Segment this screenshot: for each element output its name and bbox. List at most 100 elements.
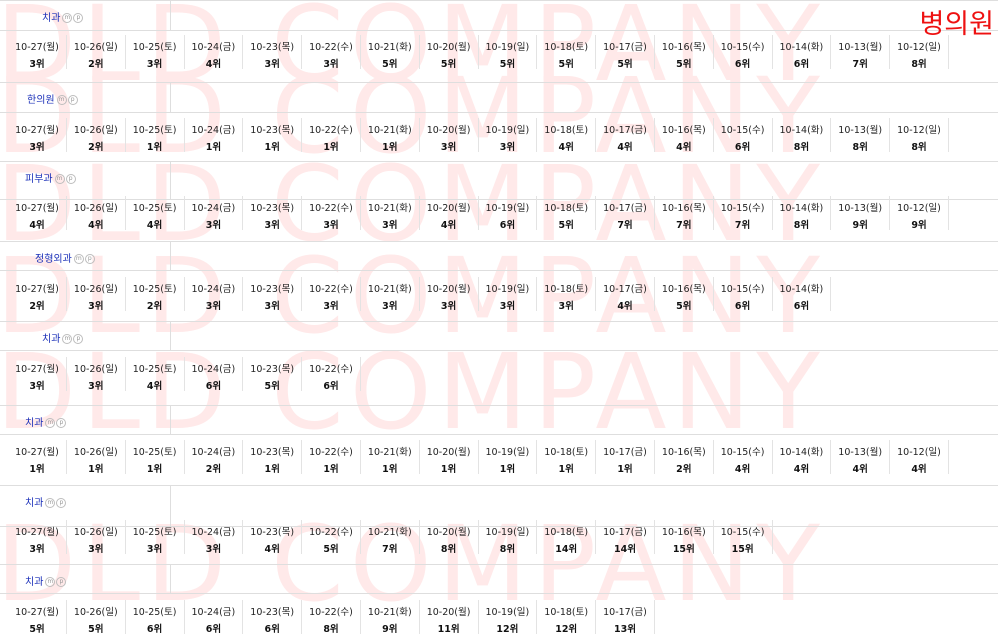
mobile-icon[interactable]: m (54, 173, 65, 184)
rank-cell: 10-20(월) 11위 (420, 600, 479, 635)
rank-cell: 10-15(수) 6위 (714, 35, 773, 70)
rank-date: 10-15(수) (720, 42, 765, 53)
rank-value: 3위 (29, 59, 45, 70)
rank-value: 7위 (382, 544, 398, 555)
mobile-icon[interactable]: m (62, 12, 73, 23)
category-name[interactable]: 치과 m p (25, 414, 67, 429)
mobile-icon[interactable]: m (45, 497, 56, 508)
section-name-cell: 치과 m p (0, 406, 171, 434)
rank-cell: 10-24(금) 3위 (184, 520, 244, 555)
rank-value: 3위 (499, 301, 516, 312)
category-name[interactable]: 치과 m p (25, 573, 67, 588)
pc-icon[interactable]: p (56, 417, 67, 428)
rank-date: 10-18(토) (544, 284, 589, 295)
rank-date: 10-26(일) (73, 527, 118, 538)
rank-date: 10-21(화) (367, 203, 412, 214)
rank-date: 10-13(월) (838, 42, 883, 53)
rank-cell: 10-12(일) 4위 (890, 440, 949, 475)
mobile-icon[interactable]: m (73, 253, 84, 264)
rank-cell: 10-23(목) 1위 (243, 440, 303, 475)
rank-date: 10-14(화) (779, 42, 824, 53)
rank-value: 1위 (146, 142, 163, 153)
rank-cell: 10-21(화) 3위 (361, 196, 420, 231)
rank-value: 6위 (323, 381, 339, 392)
rank-date: 10-27(월) (15, 607, 59, 618)
rank-cell: 10-20(월) 4위 (420, 196, 479, 231)
category-name[interactable]: 피부과 m p (25, 170, 77, 185)
rank-cell: 10-25(토) 4위 (126, 357, 185, 392)
rank-value: 8위 (911, 59, 927, 70)
rank-value: 2위 (88, 142, 104, 153)
mobile-icon[interactable]: m (62, 333, 73, 344)
rank-cell: 10-26(일) 1위 (67, 440, 126, 475)
rank-value: 11위 (437, 624, 460, 635)
pc-icon[interactable]: p (56, 497, 67, 508)
rank-cell: 10-13(월) 4위 (831, 440, 891, 475)
rank-value: 1위 (88, 464, 104, 475)
rank-date: 10-26(일) (73, 607, 118, 618)
rank-value: 1위 (558, 464, 574, 475)
rank-value: 5위 (499, 59, 516, 70)
rank-cell: 10-22(수) 3위 (302, 35, 361, 70)
section-header: 피부과 m p (0, 161, 998, 200)
category-name[interactable]: 치과 m p (42, 9, 84, 24)
rank-value: 3위 (382, 301, 398, 312)
category-name-text: 치과 (25, 418, 44, 429)
rank-value: 8위 (440, 544, 457, 555)
mobile-icon[interactable]: m (45, 576, 56, 587)
rank-value: 5위 (676, 301, 692, 312)
rank-cell: 10-18(토) 4위 (537, 118, 597, 153)
rank-cell: 10-23(목) 4위 (243, 520, 303, 555)
category-name-text: 피부과 (25, 174, 53, 185)
pc-icon[interactable]: p (56, 576, 67, 587)
rank-cell: 10-12(일) 9위 (890, 196, 949, 231)
mobile-icon[interactable]: m (56, 94, 67, 105)
mobile-icon[interactable]: m (45, 417, 56, 428)
rank-value: 3위 (146, 59, 163, 70)
category-name[interactable]: 정형외과 m p (35, 250, 96, 265)
rank-value: 6위 (734, 301, 751, 312)
rank-date: 10-21(화) (367, 125, 412, 136)
rank-date: 10-14(화) (779, 203, 824, 214)
rank-date: 10-27(월) (15, 447, 59, 458)
rank-value: 4위 (617, 142, 633, 153)
section-header: 한의원 m p (0, 82, 998, 113)
pc-icon[interactable]: p (67, 94, 78, 105)
rank-cell: 10-26(일) 4위 (67, 196, 126, 231)
rank-value: 8위 (323, 624, 339, 635)
rank-value: 1위 (382, 142, 398, 153)
rank-value: 4위 (617, 301, 633, 312)
pc-icon[interactable]: p (73, 12, 84, 23)
pc-icon[interactable]: p (65, 173, 76, 184)
rank-cell: 10-23(목) 6위 (243, 600, 303, 635)
rank-date: 10-15(수) (720, 284, 765, 295)
rank-cell: 10-13(월) 9위 (831, 196, 891, 231)
pc-icon[interactable]: p (73, 333, 84, 344)
rank-cell: 10-25(토) 2위 (126, 277, 185, 312)
rank-cell: 10-25(토) 1위 (126, 440, 185, 475)
rank-cell: 10-27(월) 4위 (8, 196, 67, 231)
rank-date: 10-13(월) (838, 447, 883, 458)
section-name-cell: 한의원 m p (0, 83, 171, 112)
rank-cell: 10-20(월) 5위 (420, 35, 479, 70)
rank-value: 4위 (146, 381, 163, 392)
rank-date: 10-13(월) (838, 125, 883, 136)
rank-cell: 10-18(토) 5위 (537, 35, 597, 70)
rank-cell: 10-24(금) 3위 (184, 196, 244, 231)
category-name[interactable]: 한의원 m p (27, 91, 79, 106)
category-name[interactable]: 치과 m p (42, 330, 84, 345)
rank-value: 3위 (88, 544, 104, 555)
rank-date: 10-19(일) (485, 125, 530, 136)
rank-cell: 10-27(월) 3위 (8, 35, 67, 70)
rank-cell: 10-15(수) 4위 (714, 440, 773, 475)
category-name[interactable]: 치과 m p (25, 494, 67, 509)
rank-value: 3위 (323, 220, 339, 231)
mp-icons: mp (62, 12, 84, 24)
rank-value: 13위 (614, 624, 636, 635)
rank-cell: 10-25(토) 3위 (126, 35, 185, 70)
rank-value: 3위 (558, 301, 574, 312)
category-name-text: 치과 (25, 498, 44, 509)
rank-cell: 10-13(월) 8위 (831, 118, 891, 153)
pc-icon[interactable]: p (84, 253, 95, 264)
rank-date: 10-19(일) (485, 607, 530, 618)
